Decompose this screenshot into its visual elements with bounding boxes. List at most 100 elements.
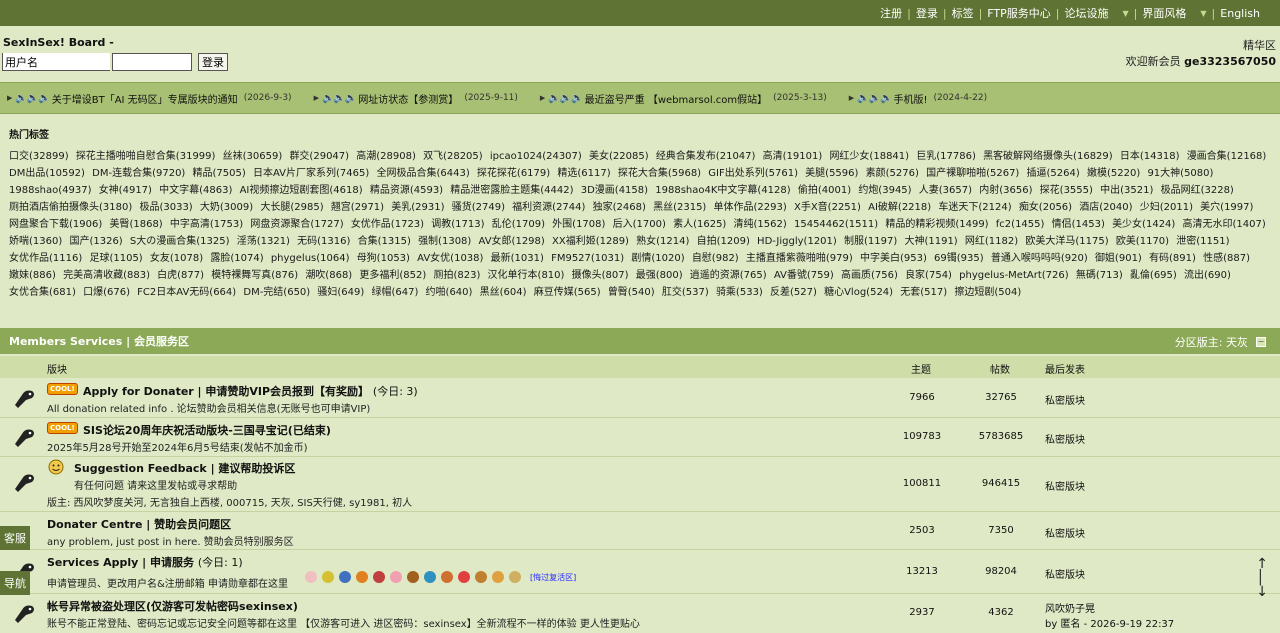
nav-login[interactable]: 登录 — [916, 5, 938, 21]
tag-item[interactable]: 中出(3521) — [1100, 185, 1153, 196]
tag-item[interactable]: 女优合集(681) — [9, 287, 76, 298]
tag-item[interactable]: 黑丝(2315) — [653, 202, 706, 213]
tag-item[interactable]: 极品(3033) — [139, 202, 192, 213]
tag-item[interactable]: HD-Jiggly(1201) — [757, 236, 837, 247]
tag-item[interactable]: 黑丝(604) — [480, 287, 527, 298]
tag-item[interactable]: 高清(19101) — [763, 151, 823, 162]
tag-item[interactable]: 车迷天下(2124) — [938, 202, 1011, 213]
tag-item[interactable]: 探花主播啪啪自慰合集(31999) — [76, 151, 216, 162]
forum-moderators[interactable]: 版主: 西风吹梦度关河, 无言独自上西楼, 000715, 天灰, SIS天行健… — [47, 494, 412, 509]
tag-item[interactable]: 普通入喉吗吗吗(920) — [991, 253, 1088, 264]
tag-item[interactable]: 群交(29047) — [289, 151, 349, 162]
tag-item[interactable]: 最新(1031) — [491, 253, 544, 264]
tag-item[interactable]: 高画质(756) — [841, 270, 898, 281]
tag-item[interactable]: 淫荡(1321) — [237, 236, 290, 247]
forum-title[interactable]: SIS论坛20周年庆祝活动版块-三国寻宝记(已结束) — [83, 422, 331, 438]
tag-item[interactable]: 双飞(28205) — [423, 151, 483, 162]
tag-item[interactable]: 厕拍(823) — [433, 270, 480, 281]
tag-item[interactable]: 麻豆传媒(565) — [534, 287, 601, 298]
tag-item[interactable]: 调教(1713) — [431, 219, 484, 230]
tag-item[interactable]: 探花探花(6179) — [477, 168, 550, 179]
tag-item[interactable]: 亂倫(695) — [1130, 270, 1177, 281]
tag-item[interactable]: 口爆(676) — [83, 287, 130, 298]
tag-item[interactable]: 91大神(5080) — [1147, 168, 1213, 179]
navigation-button[interactable]: 导航 — [0, 571, 30, 595]
tag-item[interactable]: 强制(1308) — [418, 236, 471, 247]
tag-item[interactable]: 女优作品(1723) — [351, 219, 424, 230]
tag-item[interactable]: 极品网红(3228) — [1161, 185, 1234, 196]
tag-item[interactable]: 69镯(935) — [934, 253, 984, 264]
tag-item[interactable]: X手X音(2251) — [794, 202, 861, 213]
tag-item[interactable]: 国产裸聊啪啪(5267) — [926, 168, 1019, 179]
tag-item[interactable]: 偷拍(4001) — [798, 185, 851, 196]
tag-item[interactable]: 反差(527) — [770, 287, 817, 298]
tag-item[interactable]: 嫩模(5220) — [1087, 168, 1140, 179]
tag-item[interactable]: DM-连载合集(9720) — [92, 168, 185, 179]
tag-item[interactable]: 御姐(901) — [1095, 253, 1142, 264]
tag-item[interactable]: 内射(3656) — [979, 185, 1032, 196]
forum-title[interactable]: Apply for Donater | 申请赞助VIP会员报到【有奖励】 (今日… — [83, 383, 418, 399]
tag-item[interactable]: 乱伦(1709) — [492, 219, 545, 230]
tag-item[interactable]: 完美高清收藏(883) — [63, 270, 150, 281]
nav-style[interactable]: 界面风格 ▼ — [1142, 5, 1206, 21]
tag-item[interactable]: 福利资源(2744) — [512, 202, 585, 213]
tag-item[interactable]: AI破解(2218) — [868, 202, 931, 213]
tag-item[interactable]: 酒店(2040) — [1079, 202, 1132, 213]
tag-item[interactable]: 自慰(982) — [692, 253, 739, 264]
tag-item[interactable]: AV女郎(1298) — [479, 236, 545, 247]
tag-item[interactable]: 网盘资源聚合(1727) — [250, 219, 343, 230]
tag-item[interactable]: 少妇(2011) — [1140, 202, 1193, 213]
tag-item[interactable]: 性感(887) — [1203, 253, 1250, 264]
announcement-item[interactable]: ▶ 🔈🔈🔈 网址访状态【参测赏】 (2025-9-11) — [314, 91, 518, 106]
tag-item[interactable]: 探花大合集(5968) — [618, 168, 701, 179]
password-input[interactable] — [112, 53, 192, 71]
tag-item[interactable]: 巨乳(17786) — [916, 151, 976, 162]
collapse-icon[interactable]: − — [1256, 337, 1266, 347]
tag-item[interactable]: 制服(1197) — [844, 236, 897, 247]
tag-item[interactable]: 丝袜(30659) — [223, 151, 283, 162]
section-title[interactable]: Members Services | 会员服务区 — [9, 333, 189, 349]
tag-item[interactable]: 1988shao(4937) — [9, 185, 92, 196]
tag-item[interactable]: GIF出处系列(5761) — [708, 168, 798, 179]
tag-item[interactable]: 单体作品(2293) — [714, 202, 787, 213]
digest-link[interactable]: 精华区 — [1243, 37, 1276, 53]
forum-title[interactable]: Suggestion Feedback | 建议帮助投诉区 — [74, 460, 295, 476]
tag-item[interactable]: 日本(14318) — [1120, 151, 1180, 162]
tag-item[interactable]: 独家(2468) — [593, 202, 646, 213]
tag-item[interactable]: AV番號(759) — [774, 270, 834, 281]
tag-item[interactable]: 口交(32899) — [9, 151, 69, 162]
revive-area-link[interactable]: [悔过复活区] — [530, 572, 576, 583]
tag-item[interactable]: 泄密(1151) — [1176, 236, 1229, 247]
tag-item[interactable]: 中文字幕(4863) — [159, 185, 232, 196]
tag-item[interactable]: 美少女(1424) — [1112, 219, 1175, 230]
tag-item[interactable]: 最强(800) — [636, 270, 683, 281]
tag-item[interactable]: 擦边短剧(504) — [954, 287, 1021, 298]
tag-item[interactable]: 1988shao4K中文字幕(4128) — [655, 185, 790, 196]
tag-item[interactable]: 美臀(1868) — [109, 219, 162, 230]
moderator-label[interactable]: 分区版主: 天灰 — [1175, 334, 1248, 350]
tag-item[interactable]: 网红(1182) — [965, 236, 1018, 247]
tag-item[interactable]: 自拍(1209) — [697, 236, 750, 247]
tag-item[interactable]: 经典合集发布(21047) — [656, 151, 756, 162]
tag-item[interactable]: 女优作品(1116) — [9, 253, 82, 264]
tag-item[interactable]: 精品(7505) — [193, 168, 246, 179]
tag-item[interactable]: 国产(1326) — [69, 236, 122, 247]
tag-item[interactable]: fc2(1455) — [996, 219, 1045, 230]
tag-item[interactable]: 潮吹(868) — [305, 270, 352, 281]
tag-item[interactable]: 白虎(877) — [157, 270, 204, 281]
tag-item[interactable]: AI视频擦边短剧套图(4618) — [240, 185, 363, 196]
tag-item[interactable]: 精品泄密露脸主题集(4442) — [450, 185, 573, 196]
forum-title[interactable]: Donater Centre | 赞助会员问题区 — [47, 516, 231, 532]
tag-item[interactable]: 绿帽(647) — [371, 287, 418, 298]
tag-item[interactable]: 3D漫画(4158) — [581, 185, 648, 196]
tag-item[interactable]: XX福利姬(1289) — [552, 236, 629, 247]
tag-item[interactable]: 骚货(2749) — [452, 202, 505, 213]
tag-item[interactable]: 网盘聚合下载(1906) — [9, 219, 102, 230]
tag-item[interactable]: 中字高清(1753) — [170, 219, 243, 230]
nav-english[interactable]: English — [1220, 7, 1260, 20]
announcement-item[interactable]: ▶ 🔈🔈🔈 最近盗号严重 【webmarsol.com假站】 (2025-3-1… — [540, 91, 827, 106]
nav-register[interactable]: 注册 — [880, 5, 902, 21]
nav-facilities[interactable]: 论坛设施 ▼ — [1065, 5, 1129, 21]
tag-item[interactable]: 肛交(537) — [662, 287, 709, 298]
tag-item[interactable]: 流出(690) — [1184, 270, 1231, 281]
